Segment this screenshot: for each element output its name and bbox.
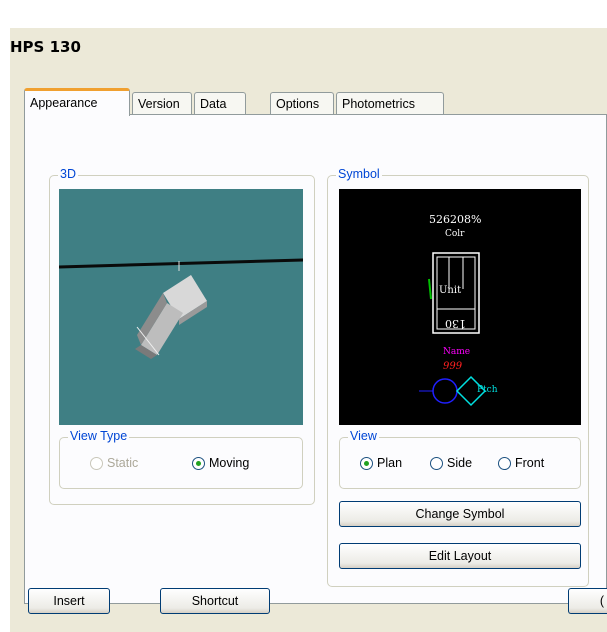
radio-front-indicator[interactable] xyxy=(498,456,511,470)
tab-data[interactable]: Data xyxy=(194,92,246,114)
3d-preview[interactable] xyxy=(59,189,303,425)
tab-version[interactable]: Version xyxy=(132,92,192,114)
symbol-number: 130 xyxy=(445,317,466,330)
symbol-legend: Symbol xyxy=(336,167,382,181)
radio-moving-indicator[interactable] xyxy=(192,456,205,470)
radio-static[interactable]: Static xyxy=(90,456,138,470)
symbol-pitch-label: Ptch xyxy=(477,385,498,395)
radio-front[interactable]: Front xyxy=(498,456,544,470)
symbol-name-label: Name xyxy=(443,347,471,357)
symbol-graphic xyxy=(419,252,487,407)
radio-side[interactable]: Side xyxy=(430,456,472,470)
radio-side-label: Side xyxy=(447,456,473,470)
insert-button[interactable]: Insert xyxy=(28,588,110,614)
view-type-legend: View Type xyxy=(68,429,130,443)
radio-plan[interactable]: Plan xyxy=(360,456,402,470)
dialog-window: HPS 130 Appearance Version Data Options … xyxy=(10,28,607,632)
radio-plan-label: Plan xyxy=(377,456,403,470)
tab-options[interactable]: Options xyxy=(270,92,334,114)
radio-moving-label: Moving xyxy=(209,456,250,470)
group-view: View Plan Side Front xyxy=(339,429,581,489)
3d-model-graphic xyxy=(59,258,303,359)
window-title: HPS 130 xyxy=(10,38,81,56)
shortcut-button[interactable]: Shortcut xyxy=(160,588,270,614)
tab-panel-appearance: 3D View Type Static Moving Symbol 526208… xyxy=(24,114,607,604)
radio-static-label: Static xyxy=(107,456,139,470)
radio-static-indicator[interactable] xyxy=(90,456,103,470)
symbol-preview[interactable]: 526208% Colr Unit 130 Name 999 Ptch xyxy=(339,189,581,425)
radio-side-indicator[interactable] xyxy=(430,456,443,470)
title-bar: HPS 130 xyxy=(10,28,607,68)
edit-layout-button[interactable]: Edit Layout xyxy=(339,543,581,569)
tab-photometrics[interactable]: Photometrics xyxy=(336,92,444,114)
tab-appearance[interactable]: Appearance xyxy=(24,88,130,116)
truncated-button[interactable]: ( xyxy=(568,588,607,614)
group-3d-legend: 3D xyxy=(58,167,78,181)
change-symbol-button[interactable]: Change Symbol xyxy=(339,501,581,527)
radio-front-label: Front xyxy=(515,456,545,470)
group-view-type: View Type Static Moving xyxy=(59,429,303,489)
view-legend: View xyxy=(348,429,379,443)
radio-moving[interactable]: Moving xyxy=(192,456,249,470)
symbol-name-number: 999 xyxy=(443,361,463,372)
symbol-unit-label: Unit xyxy=(439,285,462,296)
radio-plan-indicator[interactable] xyxy=(360,456,373,470)
